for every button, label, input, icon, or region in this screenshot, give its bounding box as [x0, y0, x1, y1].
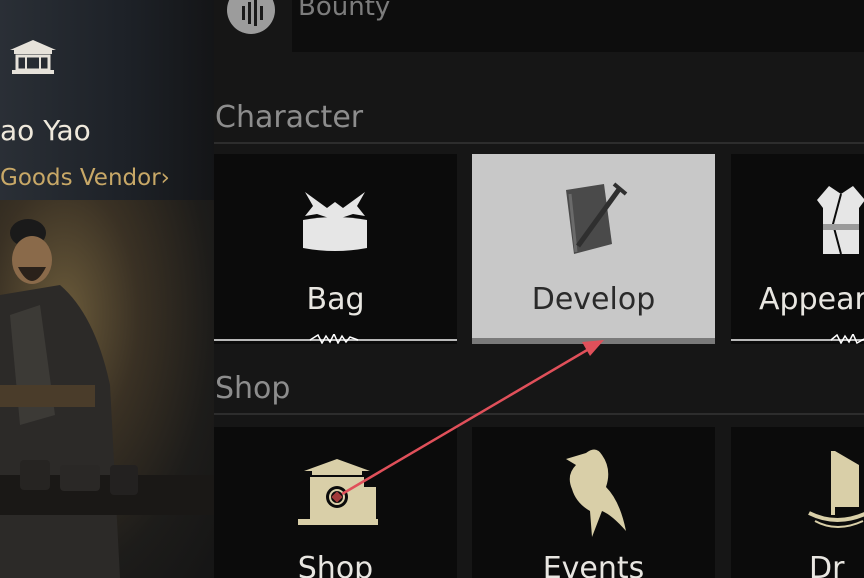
- tile-develop-label: Develop: [531, 282, 656, 317]
- npc-name: ao Yao: [0, 114, 91, 147]
- tile-bag-label: Bag: [306, 282, 365, 317]
- shop-pavilion-icon: [298, 459, 378, 525]
- section-title-character: Character: [215, 100, 364, 135]
- npc-role-link[interactable]: Goods Vendor›: [0, 165, 170, 191]
- bag-icon: [303, 192, 367, 251]
- tile-dr-label: Dr: [809, 551, 845, 578]
- menu-content: Bounty Character Bag Develop Appear Shop…: [214, 0, 864, 578]
- appearance-robe-icon: [817, 186, 864, 255]
- npc-role-label: Goods Vendor: [0, 165, 161, 191]
- npc-panel: ao Yao Goods Vendor›: [0, 0, 214, 578]
- tile-underline-glow: [472, 338, 715, 344]
- tile-shop-label: Shop: [297, 551, 374, 578]
- npc-portrait: [0, 219, 214, 578]
- section-divider: [214, 413, 864, 415]
- pagoda-shop-icon: [10, 40, 56, 74]
- bounty-label: Bounty: [298, 0, 391, 22]
- tile-events-label: Events: [542, 551, 645, 578]
- tile-dr[interactable]: Dr: [731, 427, 864, 578]
- chevron-right-icon: ›: [160, 165, 170, 191]
- tile-appearance-label: Appear: [759, 282, 864, 317]
- tile-bag[interactable]: Bag: [214, 154, 457, 344]
- tile-shop[interactable]: Shop: [214, 427, 457, 578]
- tile-appearance[interactable]: Appear: [731, 154, 864, 344]
- section-title-shop: Shop: [215, 371, 291, 406]
- bounty-row[interactable]: Bounty: [214, 0, 864, 52]
- tile-develop[interactable]: Develop: [472, 154, 715, 344]
- ship-icon: [808, 451, 864, 528]
- tile-underline-glow: [214, 334, 457, 344]
- section-divider: [214, 142, 864, 144]
- events-bird-icon: [566, 449, 626, 537]
- tile-underline-glow: [731, 334, 864, 344]
- develop-book-sword-icon: [566, 182, 628, 254]
- bounty-icon: [227, 0, 275, 34]
- tile-events[interactable]: Events: [472, 427, 715, 578]
